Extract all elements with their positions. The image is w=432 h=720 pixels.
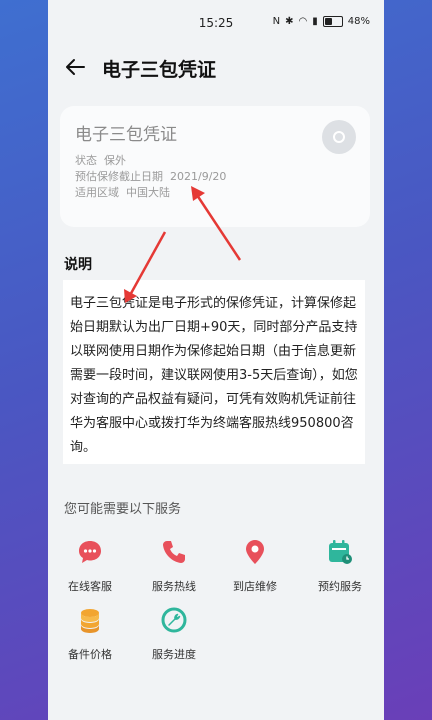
annotation-arrow-description (124, 231, 167, 303)
annotation-arrows (124, 186, 242, 303)
annotation-arrow-date (191, 186, 242, 261)
